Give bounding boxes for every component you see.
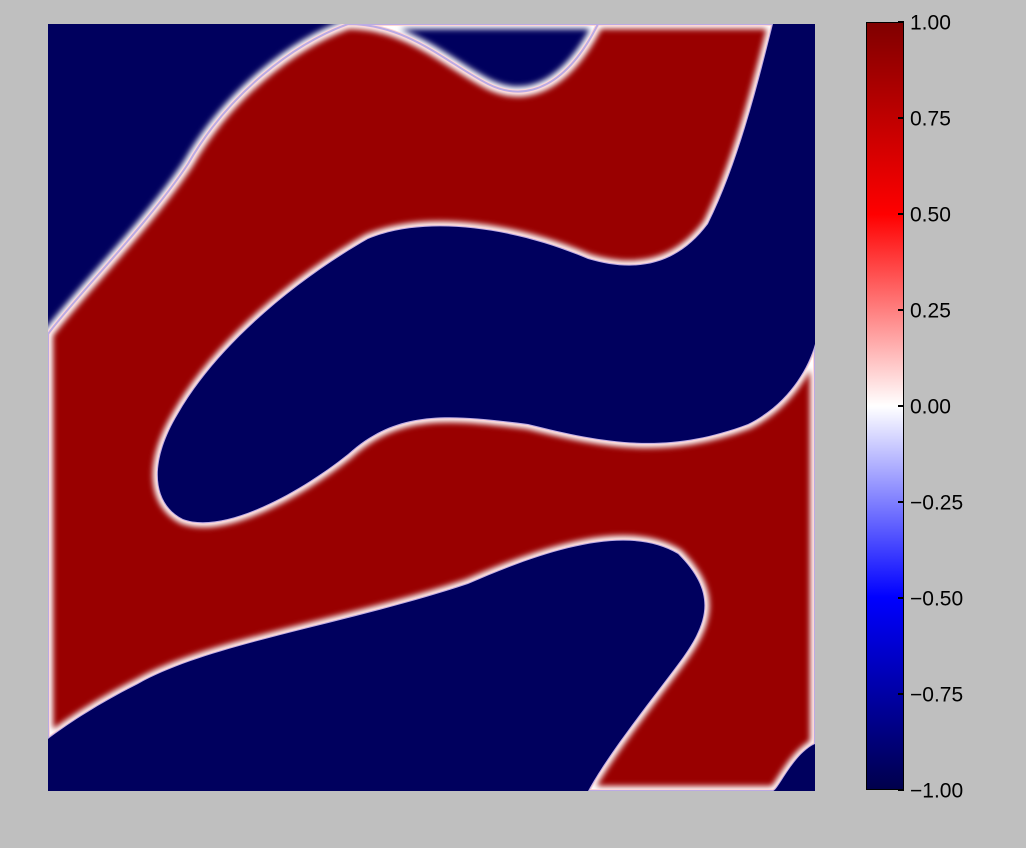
heatmap-canvas <box>48 24 815 791</box>
colorbar-tick-mark <box>898 309 904 311</box>
colorbar-tick-label: 0.00 <box>910 395 951 419</box>
colorbar-tick-label: 0.50 <box>910 203 951 227</box>
colorbar-tick-label: 0.75 <box>910 107 951 131</box>
colorbar-tick-mark <box>898 405 904 407</box>
colorbar-tick-label: −0.75 <box>910 683 964 707</box>
colorbar-tick-mark <box>898 597 904 599</box>
colorbar-tick-mark <box>898 789 904 791</box>
colorbar-tick-mark <box>898 693 904 695</box>
colorbar-tick-mark <box>898 21 904 23</box>
colorbar-tick-mark <box>898 501 904 503</box>
heatmap-plot <box>48 24 815 791</box>
colorbar-tick-mark <box>898 213 904 215</box>
colorbar-tick-label: 0.25 <box>910 299 951 323</box>
colorbar-tick-label: 1.00 <box>910 11 951 35</box>
colorbar-tick-label: −0.25 <box>910 491 964 515</box>
colorbar-tick-label: −0.50 <box>910 587 964 611</box>
colorbar-tick-label: −1.00 <box>910 779 964 803</box>
colorbar-tick-mark <box>898 117 904 119</box>
